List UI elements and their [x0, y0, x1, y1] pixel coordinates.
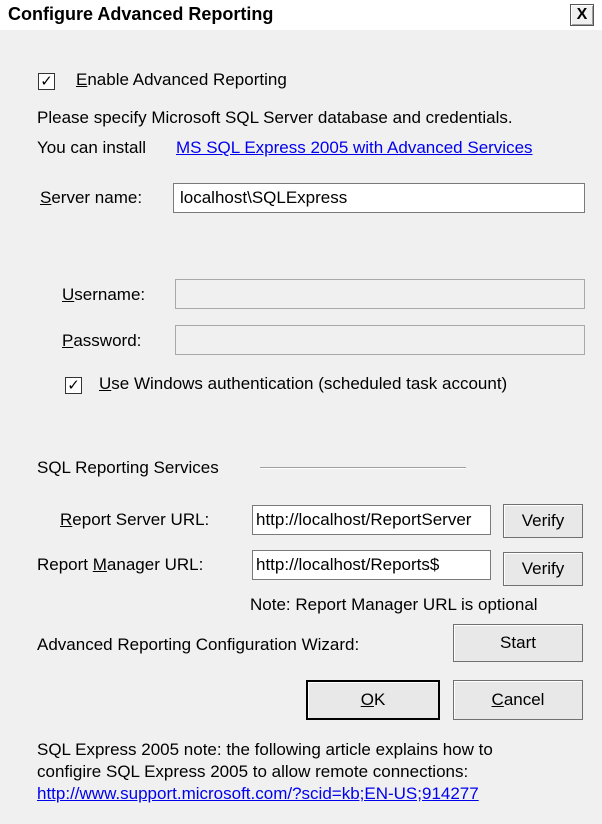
- enable-reporting-checkbox[interactable]: ✓: [38, 73, 55, 90]
- reporting-group-label: SQL Reporting Services: [37, 458, 219, 477]
- server-name-input[interactable]: localhost\SQLExpress: [173, 183, 585, 213]
- start-wizard-button[interactable]: Start: [453, 624, 583, 662]
- verify-report-manager-button[interactable]: Verify: [503, 552, 583, 586]
- sql-express-link[interactable]: MS SQL Express 2005 with Advanced Servic…: [176, 138, 533, 158]
- close-button[interactable]: X: [570, 4, 594, 26]
- info-line-2-prefix: You can install: [37, 138, 147, 157]
- window-title: Configure Advanced Reporting: [8, 4, 274, 24]
- wizard-label: Advanced Reporting Configuration Wizard:: [37, 635, 360, 654]
- kb-article-link[interactable]: http://www.support.microsoft.com/?scid=k…: [37, 784, 479, 804]
- report-manager-note: Note: Report Manager URL is optional: [250, 595, 538, 614]
- server-name-label: Server name:: [40, 188, 143, 207]
- windows-auth-label[interactable]: Use Windows authentication (scheduled ta…: [99, 374, 507, 394]
- username-input[interactable]: [175, 279, 585, 309]
- username-label: Username:: [62, 285, 146, 304]
- group-divider: [260, 467, 466, 469]
- info-line-1: Please specify Microsoft SQL Server data…: [37, 108, 513, 127]
- windows-auth-checkbox[interactable]: ✓: [65, 377, 82, 394]
- report-server-input[interactable]: http://localhost/ReportServer: [252, 505, 491, 535]
- verify-report-server-button[interactable]: Verify: [503, 504, 583, 538]
- ok-button[interactable]: OK: [306, 680, 440, 720]
- report-manager-label: Report Manager URL:: [37, 555, 204, 574]
- cancel-button[interactable]: Cancel: [453, 680, 583, 720]
- enable-reporting-label[interactable]: Enable Advanced Reporting: [76, 70, 287, 90]
- report-manager-input[interactable]: http://localhost/Reports$: [252, 550, 491, 580]
- footer-line-2: configire SQL Express 2005 to allow remo…: [37, 762, 469, 781]
- title-bar: Configure Advanced Reporting X: [0, 0, 602, 30]
- footer-line-1: SQL Express 2005 note: the following art…: [37, 740, 493, 759]
- report-server-label: Report Server URL:: [60, 510, 210, 529]
- password-input[interactable]: [175, 325, 585, 355]
- password-label: Password:: [62, 331, 142, 350]
